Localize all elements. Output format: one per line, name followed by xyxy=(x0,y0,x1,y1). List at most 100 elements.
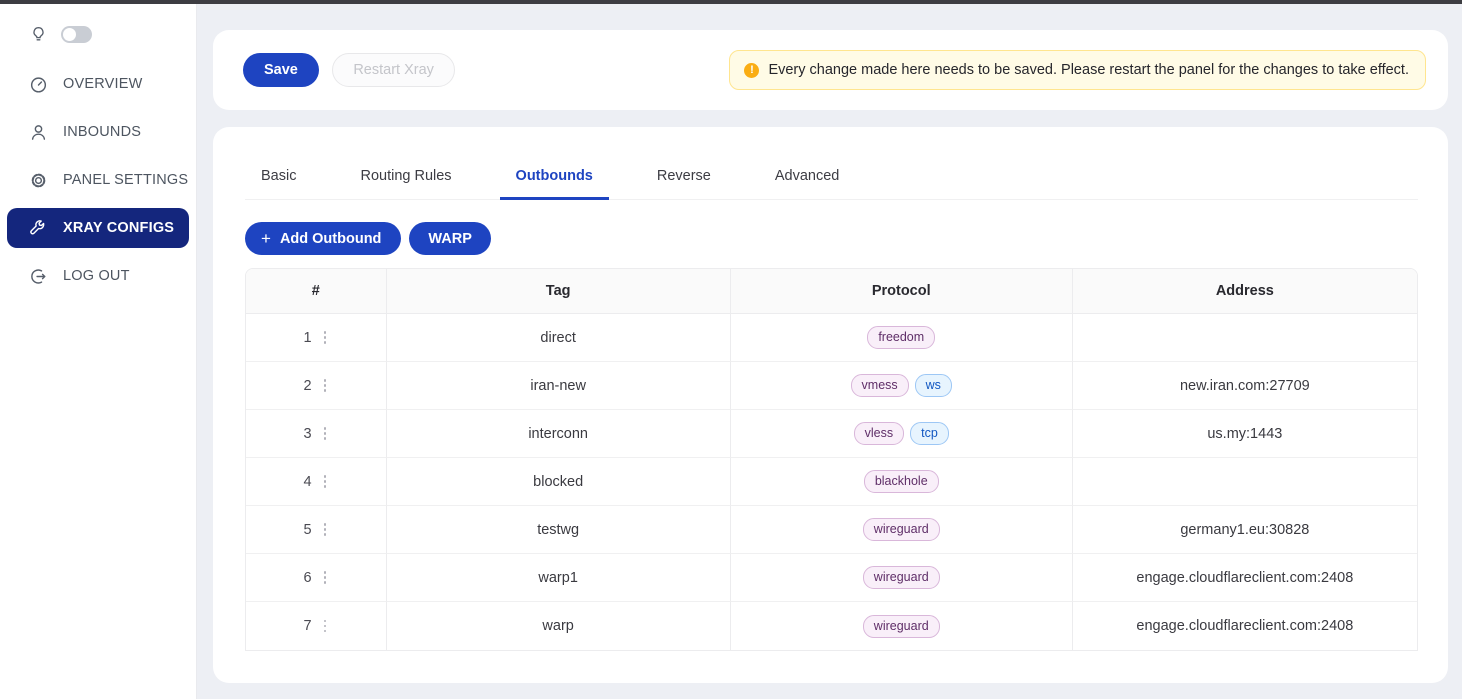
protocol-badge: tcp xyxy=(910,422,949,445)
sidebar-item-label: INBOUNDS xyxy=(63,124,141,140)
action-buttons: Save Restart Xray xyxy=(243,53,455,87)
row-index: 6 xyxy=(303,570,311,586)
table-row: 1 direct freedom xyxy=(246,314,1417,362)
row-index: 1 xyxy=(303,330,311,346)
save-button[interactable]: Save xyxy=(243,53,319,87)
tab-reverse[interactable]: Reverse xyxy=(641,155,727,200)
address-cell xyxy=(1073,458,1417,506)
address-cell: new.iran.com:27709 xyxy=(1073,362,1417,410)
row-index-cell: 7 xyxy=(246,602,387,650)
column-header-index: # xyxy=(246,269,387,314)
sidebar-item-label: XRAY CONFIGS xyxy=(63,220,174,236)
sidebar-item-label: OVERVIEW xyxy=(63,76,143,92)
warning-alert: ! Every change made here needs to be sav… xyxy=(729,50,1426,90)
dashboard-icon xyxy=(29,75,48,94)
warning-alert-text: Every change made here needs to be saved… xyxy=(768,62,1409,78)
protocol-badge: ws xyxy=(915,374,952,397)
warp-button[interactable]: WARP xyxy=(409,222,491,255)
light-bulb-icon xyxy=(29,25,48,44)
row-menu-icon[interactable] xyxy=(322,473,329,490)
tab-basic[interactable]: Basic xyxy=(245,155,312,200)
sidebar-item-label: LOG OUT xyxy=(63,268,130,284)
tag-cell: blocked xyxy=(387,458,731,506)
outbounds-table: # Tag Protocol Address 1 direct freedom 2 ir… xyxy=(245,268,1418,651)
wrench-icon xyxy=(29,219,48,238)
tag-cell: direct xyxy=(387,314,731,362)
protocol-cell: wireguard xyxy=(731,554,1073,602)
row-index: 5 xyxy=(303,522,311,538)
xray-configs-card: Basic Routing Rules Outbounds Reverse Ad… xyxy=(213,127,1448,683)
table-row: 5 testwg wireguard germany1.eu:30828 xyxy=(246,506,1417,554)
config-tabs: Basic Routing Rules Outbounds Reverse Ad… xyxy=(245,127,1418,200)
warning-icon: ! xyxy=(744,63,759,78)
tag-cell: interconn xyxy=(387,410,731,458)
protocol-cell: vless tcp xyxy=(731,410,1073,458)
row-index-cell: 5 xyxy=(246,506,387,554)
tag-cell: testwg xyxy=(387,506,731,554)
window-top-edge xyxy=(0,0,1462,4)
outbounds-toolbar: + Add Outbound WARP xyxy=(245,222,1418,255)
row-menu-icon[interactable] xyxy=(322,569,329,586)
gear-icon xyxy=(29,171,48,190)
tag-cell: iran-new xyxy=(387,362,731,410)
sidebar-item-logout[interactable]: LOG OUT xyxy=(0,252,196,300)
row-menu-icon[interactable] xyxy=(322,618,329,635)
toggle-knob xyxy=(63,28,76,41)
address-cell: us.my:1443 xyxy=(1073,410,1417,458)
address-cell: engage.cloudflareclient.com:2408 xyxy=(1073,554,1417,602)
sidebar-item-xray-configs[interactable]: XRAY CONFIGS xyxy=(7,208,189,248)
protocol-badge: vless xyxy=(854,422,904,445)
address-cell xyxy=(1073,314,1417,362)
sidebar-item-overview[interactable]: OVERVIEW xyxy=(0,60,196,108)
plus-icon: + xyxy=(261,230,271,247)
protocol-badge: freedom xyxy=(867,326,935,349)
column-header-tag: Tag xyxy=(387,269,731,314)
protocol-cell: wireguard xyxy=(731,506,1073,554)
tab-outbounds[interactable]: Outbounds xyxy=(500,155,609,200)
row-index-cell: 6 xyxy=(246,554,387,602)
outbounds-table-body: 1directfreedom2iran-newvmesswsnew.iran.c… xyxy=(246,314,1417,650)
add-outbound-label: Add Outbound xyxy=(280,231,381,247)
row-index: 7 xyxy=(303,618,311,634)
tag-cell: warp1 xyxy=(387,554,731,602)
table-row: 6 warp1 wireguard engage.cloudflareclient.c… xyxy=(246,554,1417,602)
dark-mode-toggle[interactable] xyxy=(61,26,92,43)
tab-advanced[interactable]: Advanced xyxy=(759,155,856,200)
protocol-badge: vmess xyxy=(851,374,909,397)
protocol-cell: blackhole xyxy=(731,458,1073,506)
table-row: 2iran-newvmesswsnew.iran.com:27709 xyxy=(246,362,1417,410)
user-icon xyxy=(29,123,48,142)
table-row: 7 warp wireguard engage.cloudflareclient.co… xyxy=(246,602,1417,650)
protocol-badge: wireguard xyxy=(863,615,940,638)
row-menu-icon[interactable] xyxy=(322,377,329,394)
add-outbound-button[interactable]: + Add Outbound xyxy=(245,222,401,255)
sidebar-item-label: PANEL SETTINGS xyxy=(63,172,188,188)
column-header-address: Address xyxy=(1073,269,1417,314)
table-row: 3 interconn vless tcp us.my:1443 xyxy=(246,410,1417,458)
sidebar-item-panel-settings[interactable]: PANEL SETTINGS xyxy=(0,156,196,204)
restart-xray-button[interactable]: Restart Xray xyxy=(332,53,455,87)
protocol-badge: wireguard xyxy=(863,518,940,541)
row-menu-icon[interactable] xyxy=(322,521,329,538)
row-menu-icon[interactable] xyxy=(322,329,329,346)
row-index-cell: 4 xyxy=(246,458,387,506)
protocol-cell: wireguard xyxy=(731,602,1073,650)
address-cell: germany1.eu:30828 xyxy=(1073,506,1417,554)
protocol-cell: vmessws xyxy=(731,362,1073,410)
row-index: 4 xyxy=(303,474,311,490)
main-content: Save Restart Xray ! Every change made he… xyxy=(197,0,1462,699)
row-index: 3 xyxy=(303,426,311,442)
tab-routing-rules[interactable]: Routing Rules xyxy=(344,155,467,200)
table-row: 4 blockedblackhole xyxy=(246,458,1417,506)
table-header-row: # Tag Protocol Address xyxy=(246,269,1417,314)
logout-icon xyxy=(29,267,48,286)
row-menu-icon[interactable] xyxy=(322,425,329,442)
sidebar-item-inbounds[interactable]: INBOUNDS xyxy=(0,108,196,156)
tag-cell: warp xyxy=(387,602,731,650)
address-cell: engage.cloudflareclient.com:2408 xyxy=(1073,602,1417,650)
protocol-badge: wireguard xyxy=(863,566,940,589)
actions-card: Save Restart Xray ! Every change made he… xyxy=(213,30,1448,110)
row-index-cell: 1 xyxy=(246,314,387,362)
row-index: 2 xyxy=(303,378,311,394)
row-index-cell: 3 xyxy=(246,410,387,458)
